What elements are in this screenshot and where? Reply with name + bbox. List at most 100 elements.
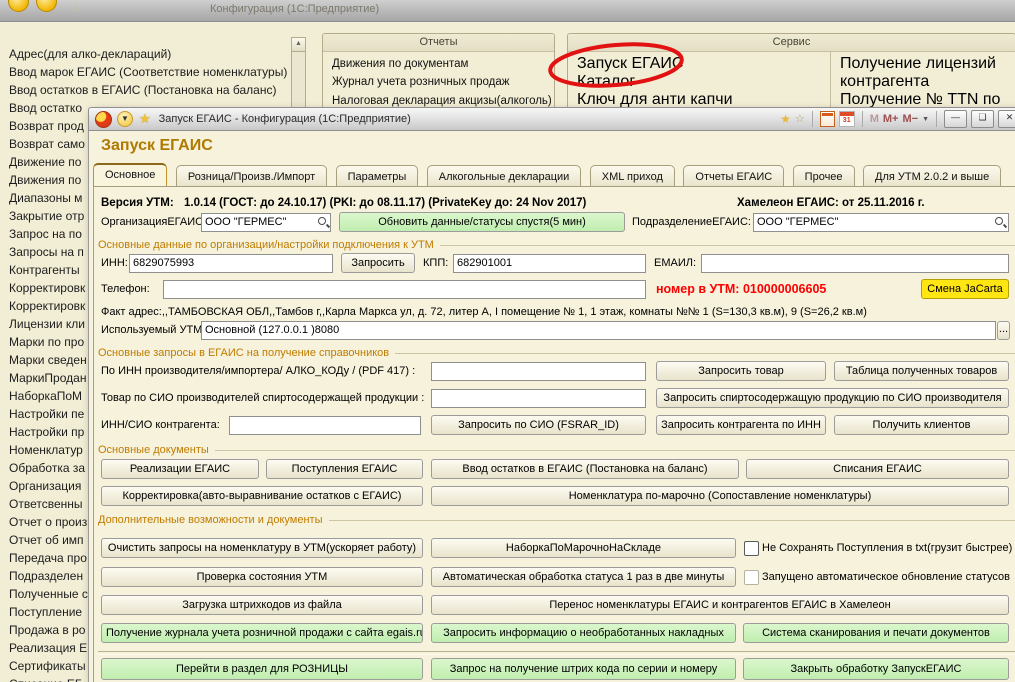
no-save-txt-label[interactable]: Не Сохранять Поступления в txt(грузит бы… [762, 538, 1012, 558]
inn-input[interactable]: 6829075993 [129, 254, 333, 273]
org-egais-input[interactable]: ООО "ГЕРМЕС" [201, 213, 331, 232]
favorites-list-icon[interactable]: ☆ [795, 112, 805, 126]
auto-update-checkbox[interactable] [744, 570, 759, 585]
tab-roznitsa[interactable]: Розница/Произв./Импорт [176, 165, 327, 187]
background-window-titlebar: ☆ Конфигурация (1С:Предприятие) [0, 0, 1015, 22]
sidebar-item[interactable]: Ввод остатков в ЕГАИС (Постановка на бал… [9, 81, 291, 99]
auto-status-button[interactable]: Автоматическая обработка статуса 1 раз в… [431, 567, 736, 587]
query3-label: ИНН/СИО контрагента: [101, 415, 220, 435]
phone-label: Телефон: [101, 279, 150, 299]
close-processing-button[interactable]: Закрыть обработку ЗапускЕГАИС [743, 658, 1009, 680]
receipts-button[interactable]: Поступления ЕГАИС [266, 459, 423, 479]
search-icon[interactable] [316, 215, 330, 229]
jacarta-button[interactable]: Смена JaCarta [921, 279, 1009, 299]
query1-input[interactable] [431, 362, 646, 381]
chevron-down-icon[interactable]: ▼ [922, 116, 929, 123]
tab-osnovnoe[interactable]: Основное [93, 163, 167, 187]
refresh-statuses-button[interactable]: Обновить данные/статусы спустя(5 мин) [339, 212, 625, 232]
request-counterparty-button[interactable]: Запросить контрагента по ИНН [656, 415, 826, 435]
tab-parametry[interactable]: Параметры [336, 165, 419, 187]
1c-logo-icon [95, 111, 112, 128]
dialog-titlebar[interactable]: ▼ ★ Запуск ЕГАИС - Конфигурация (1С:Пред… [88, 107, 1015, 131]
section-main-data: Основные данные по организации/настройки… [98, 238, 1015, 252]
service-menu-item[interactable]: Каталог [577, 73, 821, 91]
memory-minus-button[interactable]: M− [902, 113, 918, 125]
writeoffs-button[interactable]: Списания ЕГАИС [746, 459, 1009, 479]
kpp-input[interactable]: 682901001 [453, 254, 646, 273]
auto-update-label[interactable]: Запущено автоматическое обновление стату… [762, 567, 1010, 587]
service-menu-item[interactable]: Получение лицензий контрагента [840, 55, 1006, 91]
balance-entry-button[interactable]: Ввод остатков в ЕГАИС (Постановка на бал… [431, 459, 739, 479]
load-barcodes-button[interactable]: Загрузка штрихкодов из файла [101, 595, 423, 615]
org-egais-label: ОрганизацияЕГАИС: [101, 212, 206, 232]
app-button-icon[interactable] [8, 0, 29, 12]
email-input[interactable] [701, 254, 1009, 273]
request-sio-products-button[interactable]: Запросить спиртосодержащую продукцию по … [656, 388, 1009, 408]
tab-otchety-egais[interactable]: Отчеты ЕГАИС [683, 165, 784, 187]
calculator-icon[interactable] [820, 111, 835, 127]
calendar-icon[interactable]: 31 [839, 111, 855, 127]
separator [98, 651, 1015, 655]
request-barcode-button[interactable]: Запрос на получение штрих кода по серии … [431, 658, 736, 680]
reports-menu-item[interactable]: Журнал учета розничных продаж [332, 73, 545, 91]
nomenclature-mapping-button[interactable]: Номенклатура по-марочно (Сопоставление н… [431, 486, 1009, 506]
maximize-button[interactable]: ❑ [971, 110, 994, 128]
utm-version-value: 1.0.14 (ГОСТ: до 24.10.17) (PKI: до 08.1… [184, 195, 586, 211]
menu-button-icon[interactable] [36, 0, 57, 12]
section-queries: Основные запросы в ЕГАИС на получение сп… [98, 346, 1015, 360]
add-favorite-icon[interactable]: ★ [780, 112, 791, 126]
sidebar-item[interactable]: Ввод марок ЕГАИС (Соответствие номенклат… [9, 63, 291, 81]
star-icon[interactable]: ★ [139, 111, 151, 127]
utm-version-label: Версия УТМ: [101, 195, 174, 211]
toolbar-separator [936, 111, 937, 127]
window-menu-icon[interactable]: ▼ [117, 111, 133, 127]
minimize-button[interactable]: — [944, 110, 967, 128]
screen: ☆ Конфигурация (1С:Предприятие) Адрес(дл… [0, 0, 1015, 682]
no-save-txt-checkbox[interactable] [744, 541, 759, 556]
goto-retail-button[interactable]: Перейти в раздел для РОЗНИЦЫ [101, 658, 423, 680]
close-button[interactable]: ✕ [998, 110, 1015, 128]
correction-button[interactable]: Корректировка(авто-выравнивание остатков… [101, 486, 423, 506]
sidebar-item[interactable]: Адрес(для алко-деклараций) [9, 45, 291, 63]
search-icon[interactable] [993, 215, 1007, 229]
tab-prochee[interactable]: Прочее [793, 165, 855, 187]
get-sales-journal-button[interactable]: Получение журнала учета розничной продаж… [101, 623, 423, 643]
memory-recall-button[interactable]: M [870, 113, 879, 125]
tab-dlya-utm[interactable]: Для УТМ 2.0.2 и выше [863, 165, 1001, 187]
page-title: Запуск ЕГАИС [101, 137, 213, 155]
scroll-up-icon[interactable]: ▲ [292, 38, 305, 52]
service-menu-item[interactable]: Запуск ЕГАИС [577, 55, 821, 73]
utm-more-button[interactable]: ... [997, 321, 1010, 340]
background-window: Адрес(для алко-деклараций)Ввод марок ЕГА… [0, 21, 1015, 682]
request-unprocessed-invoices-button[interactable]: Запросить информацию о необработанных на… [431, 623, 736, 643]
reports-menu-item[interactable]: Движения по документам [332, 55, 545, 73]
transfer-nomenclature-button[interactable]: Перенос номенклатуры ЕГАИС и контрагенто… [431, 595, 1009, 615]
dialog-window: ▼ ★ Запуск ЕГАИС - Конфигурация (1С:Пред… [88, 107, 1015, 682]
subdivision-egais-input[interactable]: ООО "ГЕРМЕС" [753, 213, 1009, 232]
favorites-star-icon[interactable]: ☆ [70, 0, 83, 16]
tab-alko-deklaratsii[interactable]: Алкогольные декларации [427, 165, 582, 187]
utm-used-input[interactable]: Основной (127.0.0.1 )8080 [201, 321, 996, 340]
realizations-button[interactable]: Реализации ЕГАИС [101, 459, 259, 479]
memory-plus-button[interactable]: M+ [883, 113, 899, 125]
query3-input[interactable] [229, 416, 421, 435]
tab-xml-prihod[interactable]: XML приход [590, 165, 675, 187]
get-clients-button[interactable]: Получить клиентов [834, 415, 1009, 435]
check-utm-button[interactable]: Проверка состояния УТМ [101, 567, 423, 587]
query2-label: Товар по СИО производителей спиртосодерж… [101, 388, 424, 408]
naborka-button[interactable]: НаборкаПоМарочноНаСкладе [431, 538, 736, 558]
dialog-title: Запуск ЕГАИС - Конфигурация (1С:Предприя… [159, 113, 411, 125]
kpp-label: КПП: [423, 253, 448, 273]
request-button[interactable]: Запросить [341, 253, 415, 273]
scan-print-system-button[interactable]: Система сканирования и печати документов [743, 623, 1009, 643]
goods-table-button[interactable]: Таблица полученных товаров [834, 361, 1009, 381]
subdivision-egais-label: ПодразделениеЕГАИС: [632, 212, 751, 232]
query2-input[interactable] [431, 389, 646, 408]
section-extra: Дополнительные возможности и документы [98, 513, 1015, 527]
request-goods-button[interactable]: Запросить товар [656, 361, 826, 381]
clear-requests-button[interactable]: Очистить запросы на номенклатуру в УТМ(у… [101, 538, 423, 558]
email-label: ЕМАИЛ: [654, 253, 696, 273]
chameleon-version: Хамелеон ЕГАИС: от 25.11.2016 г. [737, 195, 925, 211]
phone-input[interactable] [163, 280, 646, 299]
request-fsrar-button[interactable]: Запросить по СИО (FSRAR_ID) [431, 415, 646, 435]
